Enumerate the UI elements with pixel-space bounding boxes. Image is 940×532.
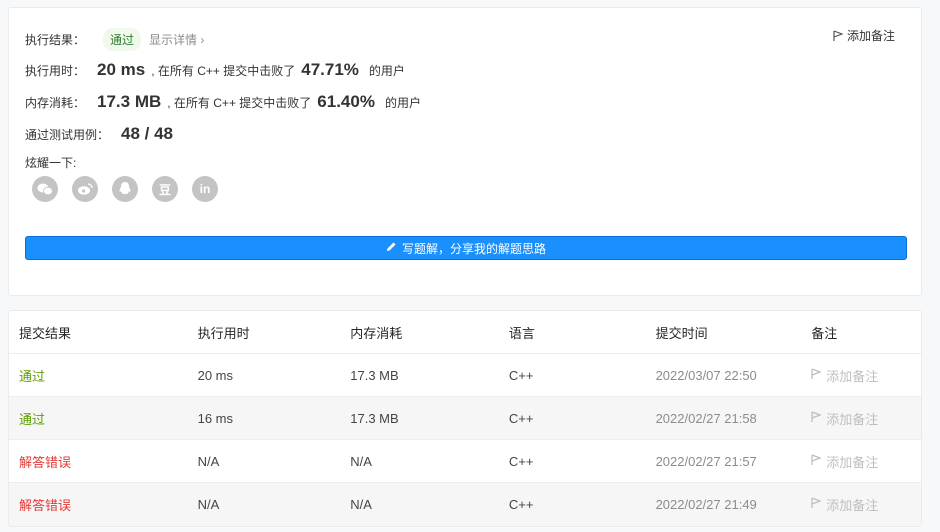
row-language: C++ [508,453,534,469]
memory-tail-text: 的用户 [384,96,421,110]
row-status[interactable]: 通过 [9,366,198,385]
row-note-label: 添加备注 [826,454,879,470]
table-header: 提交结果 执行用时 内存消耗 语言 提交时间 备注 [9,311,921,354]
linkedin-icon[interactable]: in [192,176,218,202]
status-badge: 通过 [103,28,142,51]
row-runtime: N/A [197,497,220,512]
row-runtime: 20 ms [197,367,234,383]
douban-icon[interactable]: 豆 [152,176,178,202]
memory-label: 内存消耗： [25,96,86,110]
row-language: C++ [508,367,534,383]
row-status[interactable]: 解答错误 [9,452,198,471]
submissions-table: 提交结果 执行用时 内存消耗 语言 提交时间 备注 通过 20 ms 17.3 … [8,310,922,527]
table-row[interactable]: 通过 16 ms 17.3 MB C++ 2022/02/27 21:58 添加… [9,397,921,440]
qq-icon[interactable] [112,176,138,202]
runtime-value: 20 ms [97,60,146,79]
row-language: C++ [508,497,534,512]
row-runtime: 16 ms [197,410,234,426]
header-language: 语言 [508,325,535,341]
write-solution-label: 写题解，分享我的解题思路 [401,241,546,256]
header-status: 提交结果 [19,325,72,341]
tests-value: 48 / 48 [121,124,174,143]
runtime-row: 执行用时： 20 ms , 在所有 C++ 提交中击败了 47.71% 的用户 [25,60,405,80]
show-detail-link[interactable]: 显示详情 › [149,31,204,48]
exec-result-label: 执行结果： [25,33,86,47]
runtime-percentile: 47.71% [301,60,359,79]
row-memory: N/A [350,453,372,469]
share-label: 炫耀一下: [25,156,77,170]
row-submit-time: 2022/02/27 21:58 [655,410,757,426]
row-add-note-button[interactable]: 添加备注 [811,495,921,514]
row-memory: N/A [350,497,372,512]
row-status[interactable]: 解答错误 [9,495,198,514]
row-note-label: 添加备注 [826,368,879,384]
header-memory: 内存消耗 [350,325,403,341]
add-note-label: 添加备注 [846,29,895,43]
add-note-button[interactable]: 添加备注 [833,27,895,44]
memory-value: 17.3 MB [97,92,162,111]
flag-icon [833,29,843,42]
pencil-icon [386,241,397,255]
flag-icon [811,453,823,469]
row-submit-time: 2022/02/27 21:49 [655,497,757,512]
row-submit-time: 2022/02/27 21:57 [655,453,757,469]
header-submit-time: 提交时间 [655,325,708,341]
write-solution-button[interactable]: 写题解，分享我的解题思路 [25,236,907,260]
weibo-icon[interactable] [72,176,98,202]
row-note-label: 添加备注 [826,411,879,427]
row-submit-time: 2022/03/07 22:50 [655,367,757,383]
row-add-note-button[interactable]: 添加备注 [811,409,921,428]
exec-result-row: 执行结果： 通过 显示详情 › [25,28,204,51]
row-status[interactable]: 通过 [9,409,198,428]
runtime-label: 执行用时： [25,64,86,78]
table-row[interactable]: 通过 20 ms 17.3 MB C++ 2022/03/07 22:50 添加… [9,354,921,397]
tests-row: 通过测试用例： 48 / 48 [25,124,179,144]
memory-row: 内存消耗： 17.3 MB , 在所有 C++ 提交中击败了 61.40% 的用… [25,92,421,112]
flag-icon [811,367,823,383]
row-language: C++ [508,410,534,426]
row-memory: 17.3 MB [350,410,399,426]
header-runtime: 执行用时 [197,325,250,341]
share-row: 炫耀一下: [25,154,76,171]
row-add-note-button[interactable]: 添加备注 [811,366,921,385]
runtime-tail-text: 的用户 [368,64,405,78]
row-runtime: N/A [197,453,220,469]
wechat-icon[interactable] [32,176,58,202]
memory-mid-text: , 在所有 C++ 提交中击败了 [167,96,312,110]
row-note-label: 添加备注 [826,498,879,513]
flag-icon [811,497,823,512]
memory-percentile: 61.40% [317,92,375,111]
runtime-mid-text: , 在所有 C++ 提交中击败了 [151,64,296,78]
table-row[interactable]: 解答错误 N/A N/A C++ 2022/02/27 21:57 添加备注 [9,440,921,483]
table-row[interactable]: 解答错误 N/A N/A C++ 2022/02/27 21:49 添加备注 [9,483,921,526]
tests-label: 通过测试用例： [25,128,110,142]
header-note: 备注 [811,325,838,341]
row-memory: 17.3 MB [350,367,399,383]
share-icons: 豆 in [32,176,218,202]
flag-icon [811,410,823,426]
row-add-note-button[interactable]: 添加备注 [811,452,921,471]
submission-result-card: 执行结果： 通过 显示详情 › 添加备注 执行用时： 20 ms , 在所有 C… [8,7,922,296]
